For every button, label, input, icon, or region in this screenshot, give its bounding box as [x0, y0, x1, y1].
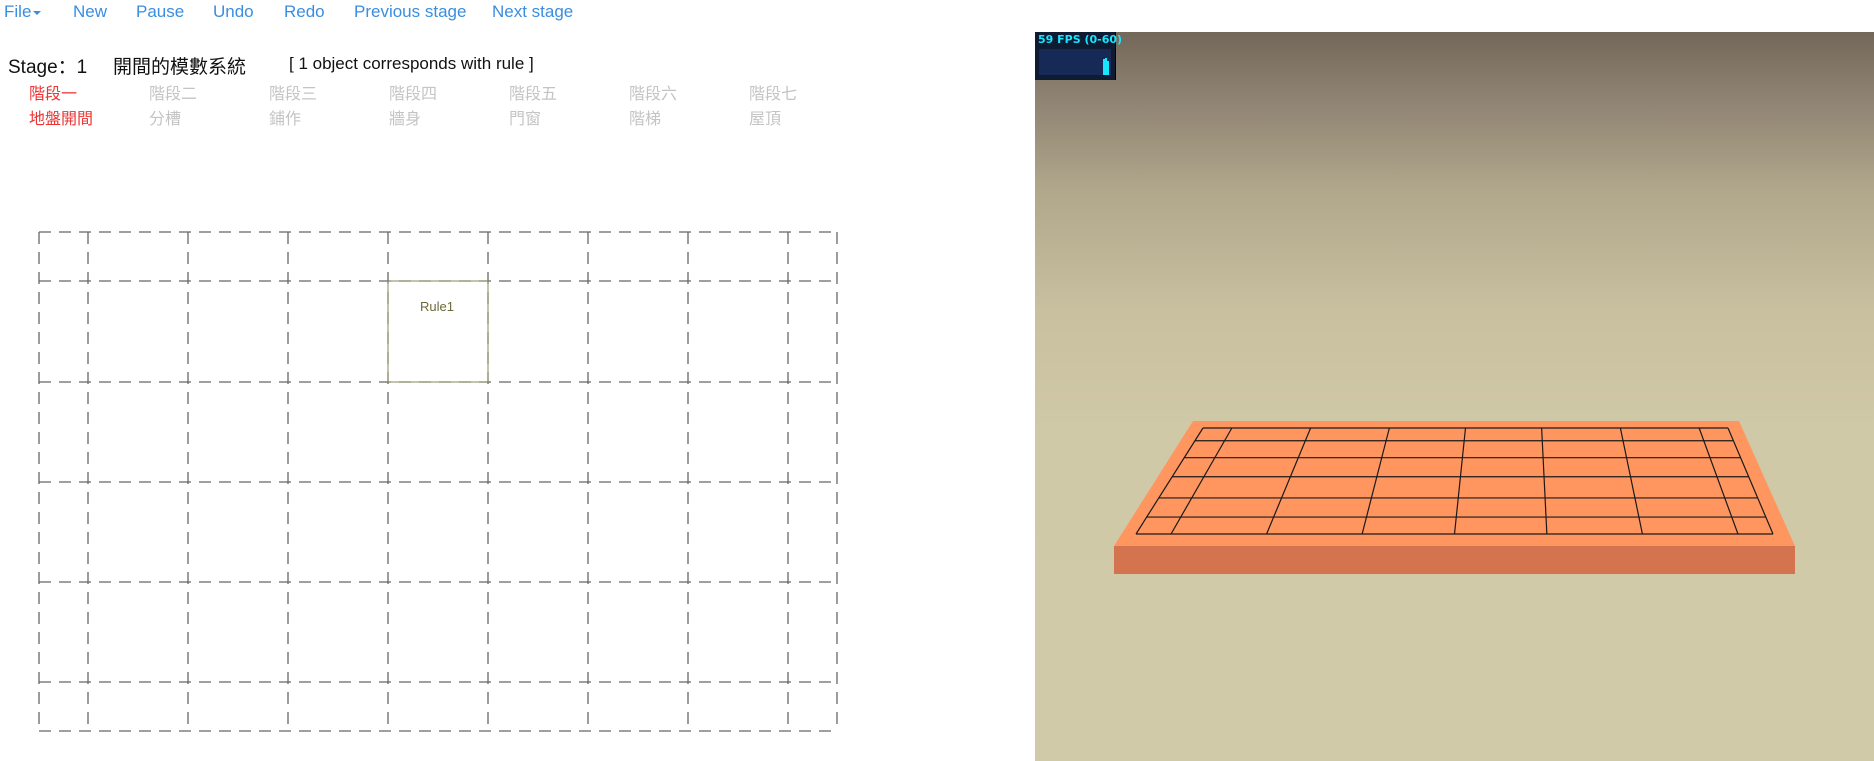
- fps-meter: 59 FPS (0-60): [1035, 32, 1122, 80]
- fps-graph-bar: [1105, 58, 1107, 75]
- rule1-label: Rule1: [420, 299, 454, 314]
- platform-top-face: [1114, 421, 1795, 546]
- fps-graph: [1039, 49, 1111, 75]
- fps-text: 59 FPS (0-60): [1038, 33, 1123, 46]
- 3d-viewport[interactable]: 59 FPS (0-60): [1035, 32, 1874, 761]
- rule1-cell[interactable]: [387, 280, 489, 383]
- platform-front-face: [1114, 546, 1795, 574]
- fps-graph-bar: [1107, 61, 1109, 75]
- fps-graph-bar: [1103, 59, 1105, 75]
- grid-editor[interactable]: Rule1: [0, 0, 1035, 761]
- 3d-scene: [1114, 421, 1795, 574]
